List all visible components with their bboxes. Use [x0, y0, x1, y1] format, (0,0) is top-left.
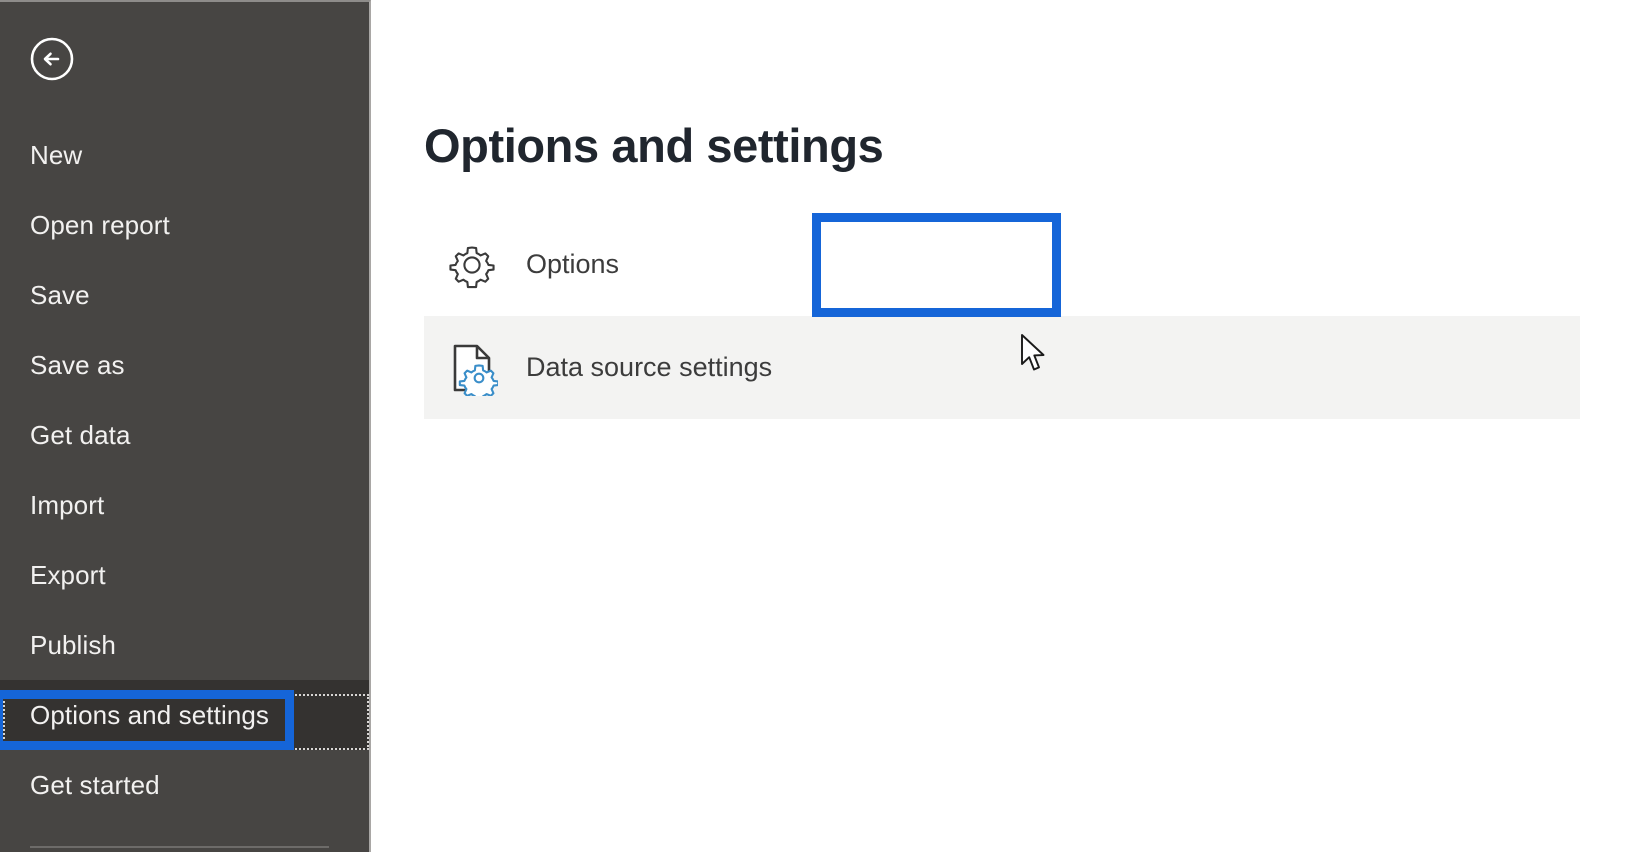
options-list: Options Data source settings: [371, 213, 1628, 419]
sidebar-item-label: Options and settings: [30, 700, 270, 730]
sidebar-item-get-data[interactable]: Get data: [0, 400, 369, 470]
sidebar-item-label: Save as: [30, 350, 125, 380]
document-gear-icon: [442, 340, 502, 396]
sidebar-item-get-started[interactable]: Get started: [0, 750, 369, 820]
sidebar-item-label: Open report: [30, 210, 170, 240]
sidebar-item-new[interactable]: New: [0, 120, 369, 190]
sidebar-item-options-and-settings[interactable]: Options and settings: [0, 680, 369, 750]
sidebar-item-publish[interactable]: Publish: [0, 610, 369, 680]
sidebar-item-label: Get data: [30, 420, 131, 450]
sidebar-item-label: New: [30, 140, 83, 170]
options-row-label: Options: [526, 249, 620, 279]
sidebar-item-label: Save: [30, 280, 90, 310]
backstage-view: New Open report Save Save as Get data Im…: [0, 0, 1628, 852]
sidebar-item-label: Get started: [30, 770, 160, 800]
gear-icon: [442, 239, 502, 291]
page-title: Options and settings: [424, 119, 884, 172]
sidebar-item-save-as[interactable]: Save as: [0, 330, 369, 400]
sidebar-menu: New Open report Save Save as Get data Im…: [0, 120, 369, 820]
sidebar-item-save[interactable]: Save: [0, 260, 369, 330]
back-arrow-icon[interactable]: [28, 35, 76, 83]
options-row[interactable]: Options: [424, 213, 1580, 316]
sidebar-item-label: Publish: [30, 630, 116, 660]
sidebar-item-import[interactable]: Import: [0, 470, 369, 540]
backstage-sidebar: New Open report Save Save as Get data Im…: [0, 0, 371, 852]
sidebar-item-label: Import: [30, 490, 105, 520]
sidebar-divider: [30, 846, 329, 848]
sidebar-item-label: Export: [30, 560, 106, 590]
sidebar-item-open-report[interactable]: Open report: [0, 190, 369, 260]
backstage-content: Options and settings Options Data source…: [371, 0, 1628, 852]
data-source-settings-label: Data source settings: [526, 352, 773, 382]
data-source-settings-row[interactable]: Data source settings: [424, 316, 1580, 419]
sidebar-item-export[interactable]: Export: [0, 540, 369, 610]
